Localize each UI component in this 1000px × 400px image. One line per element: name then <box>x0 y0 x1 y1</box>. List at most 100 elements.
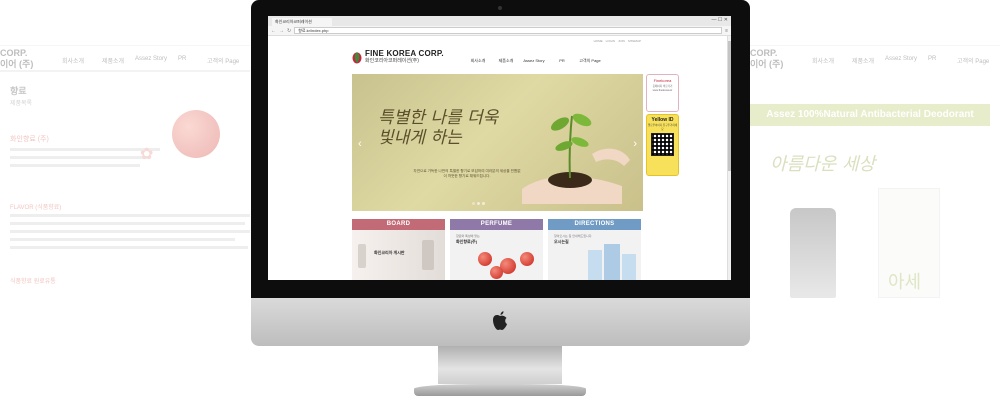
nav-item-story[interactable]: Assez Story <box>520 58 548 64</box>
flower-icon: ✿ <box>140 146 154 163</box>
seedling-in-hands-image <box>522 113 630 204</box>
bg-brand-line2: 이어 (주) <box>750 59 784 69</box>
bg-text-line <box>10 222 245 225</box>
bg-text-line <box>10 214 250 217</box>
directions-card-caption: 찾아오시는 길 안내해드립니다. <box>554 234 593 238</box>
bg-nav-4: 고객의 Page <box>957 59 990 65</box>
background-page-right: CORP. 이어 (주) 회사소개 제품소개 Assez Story PR 고객… <box>750 18 1000 318</box>
address-bar[interactable]: 향료.kr/index.php <box>294 27 723 34</box>
perfume-card[interactable]: PERFUME 향료와 특성에 맞는 화인향료(주) <box>450 219 543 280</box>
directions-card[interactable]: DIRECTIONS 찾아오시는 길 안내해드립니다. 오시는길 <box>548 219 641 280</box>
bg-red-title: 화인향료 (주) <box>10 136 49 143</box>
bg-nav-0: 회사소개 <box>812 59 835 65</box>
slider-dot[interactable] <box>472 202 475 205</box>
qr-code-icon <box>651 133 674 156</box>
bg-red-footer: 식품향료 원료유통 <box>10 279 56 285</box>
tomato-image <box>478 252 492 266</box>
bg-topbar <box>750 18 1000 46</box>
directions-card-text: 오시는길 <box>554 239 569 244</box>
scrollbar-thumb[interactable] <box>728 41 731 171</box>
perfume-card-body: 향료와 특성에 맞는 화인향료(주) <box>450 230 543 280</box>
tomato-image <box>520 252 534 266</box>
nav-item-customer[interactable]: 고객의 Page <box>576 58 604 64</box>
spray-bottle-image <box>790 208 836 298</box>
window-controls[interactable]: — ☐ ✕ <box>712 17 728 23</box>
bottle-shape <box>358 244 366 268</box>
bg-text-line <box>10 230 250 233</box>
logo-subtitle: 화인코리아코퍼레이션(주) <box>365 58 419 64</box>
yellow-id-banner[interactable]: Yellow ID 옐로우아이디 친구추가하세요 <box>646 114 679 176</box>
tomato-image <box>172 110 220 158</box>
stage: CORP. 이어 (주) 회사소개 제품소개 Assez Story PR 고객… <box>0 0 1000 400</box>
util-link-sitemap[interactable]: SITEMAP <box>628 39 641 43</box>
bg-green-banner: Assez 100%Natural Antibacterial Deodoran… <box>750 104 990 126</box>
monitor-stand-base <box>414 384 586 396</box>
util-link-login[interactable]: LOGIN <box>606 39 615 43</box>
building-shape <box>588 250 602 280</box>
slider-prev-arrow-icon[interactable]: ‹ <box>358 138 362 150</box>
website: HOME LOGIN JOIN SITEMAP FINE KOREA CORP.… <box>268 36 731 280</box>
bg-brand: CORP. 이어 (주) <box>0 48 33 70</box>
perfume-card-text: 화인향료(주) <box>456 239 478 244</box>
board-card-body: 화인코리아 게시판 <box>352 230 445 280</box>
bottle-shape <box>422 240 434 270</box>
hero-headline: 특별한 나를 더욱 빛내게 하는 <box>378 108 499 148</box>
bg-nav-4: 고객의 Page <box>207 59 240 65</box>
bg-brand-line1: CORP. <box>0 48 28 58</box>
slider-dot[interactable] <box>477 202 480 205</box>
slider-dot[interactable] <box>482 202 485 205</box>
bg-bottle-label: 아세 <box>888 272 922 293</box>
logo-text: FINE KOREA CORP. 화인코리아코퍼레이션(주) <box>365 49 444 65</box>
directions-card-body: 찾아오시는 길 안내해드립니다. 오시는길 <box>548 230 641 280</box>
bg-text-line <box>10 156 150 159</box>
bg-text-line <box>10 238 235 241</box>
bg-nav-1: 제품소개 <box>852 59 875 65</box>
nav-item-pr[interactable]: PR <box>548 58 576 64</box>
browser-tab[interactable]: 화인코리아코퍼레이션 <box>272 18 332 26</box>
finekorea-banner[interactable]: Finekorea 홈페이지 바로가기 www.finekorea.kr <box>646 74 679 112</box>
bg-nav-1: 제품소개 <box>102 59 125 65</box>
yellow-id-title: Yellow ID <box>651 117 674 123</box>
menu-icon[interactable]: ≡ <box>725 28 728 34</box>
slider-next-arrow-icon[interactable]: › <box>633 138 637 150</box>
site-logo[interactable]: FINE KOREA CORP. 화인코리아코퍼레이션(주) <box>352 50 444 64</box>
perfume-card-title: PERFUME <box>450 219 543 230</box>
nav-item-products[interactable]: 제품소개 <box>492 58 520 64</box>
bg-brand-line1: CORP. <box>750 48 778 58</box>
bg-divider <box>0 70 250 72</box>
building-shape <box>604 244 620 280</box>
bg-calligraphy: 아름다운 세상 <box>770 154 876 175</box>
logo-title: FINE KOREA CORP. <box>365 49 444 58</box>
directions-card-title: DIRECTIONS <box>548 219 641 230</box>
board-card-title: BOARD <box>352 219 445 230</box>
util-link-join[interactable]: JOIN <box>618 39 625 43</box>
nav-item-company[interactable]: 회사소개 <box>464 58 492 64</box>
board-card[interactable]: BOARD 화인코리아 게시판 <box>352 219 445 280</box>
util-link-home[interactable]: HOME <box>594 39 603 43</box>
camera-dot <box>498 6 502 10</box>
monitor-screen: 화인코리아코퍼레이션 — ☐ ✕ ← → ↻ 향료.kr/index.php ≡… <box>268 16 731 280</box>
bg-text-line <box>10 148 160 151</box>
bg-section-sub: 제품목록 <box>10 101 33 107</box>
bg-text-line <box>10 246 248 249</box>
bg-nav-2: Assez Story <box>885 56 918 62</box>
forward-arrow-icon[interactable]: → <box>279 28 284 34</box>
utility-links: HOME LOGIN JOIN SITEMAP <box>594 39 641 43</box>
browser-tab-strip: 화인코리아코퍼레이션 — ☐ ✕ <box>268 16 731 26</box>
apple-logo-icon <box>493 311 507 330</box>
back-arrow-icon[interactable]: ← <box>271 28 276 34</box>
finekorea-title: Finekorea <box>653 78 672 83</box>
slider-dots <box>472 202 485 205</box>
page-scrollbar[interactable] <box>727 36 731 280</box>
bg-brand-line2: 이어 (주) <box>0 59 34 69</box>
hero-body-text: 자연으로 가득한 나만의 특별한 향기로 보답하여 여러분의 세상을 빈틈없이 … <box>413 169 521 178</box>
bg-brand: CORP. 이어 (주) <box>750 48 783 70</box>
bg-section-title: 향료 <box>10 86 27 96</box>
bg-nav-3: PR <box>928 56 937 62</box>
tomato-image <box>490 266 503 279</box>
bg-nav-2: Assez Story <box>135 56 168 62</box>
main-nav: 회사소개 제품소개 Assez Story PR 고객의 Page <box>464 58 604 64</box>
bg-nav-3: PR <box>178 56 187 62</box>
reload-icon[interactable]: ↻ <box>287 28 291 34</box>
hero-slider: 특별한 나를 더욱 빛내게 하는 자연으로 가득한 나만의 특별한 향기로 보답… <box>352 74 643 211</box>
